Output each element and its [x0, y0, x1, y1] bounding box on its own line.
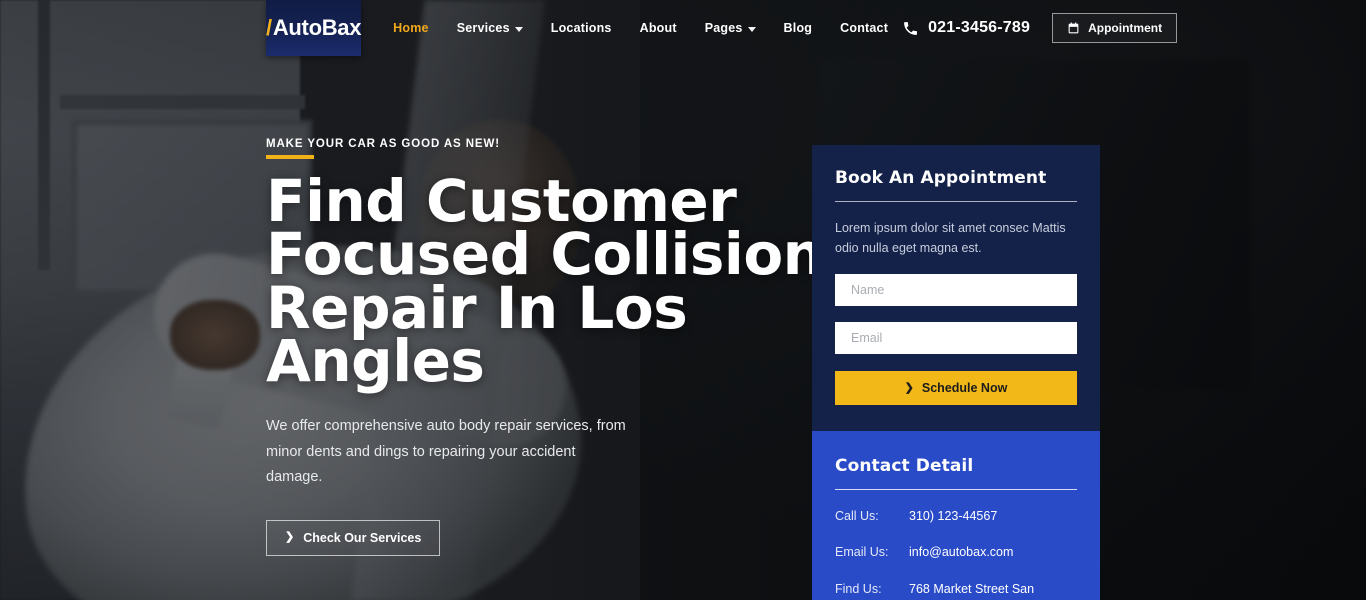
- nav-item-blog[interactable]: Blog: [770, 0, 827, 56]
- appointment-title-divider: [835, 201, 1077, 202]
- appointment-panel-title: Book An Appointment: [835, 168, 1047, 188]
- contact-row: Call Us: 310) 123-44567: [835, 507, 1077, 526]
- nav-item-services[interactable]: Services: [443, 0, 537, 56]
- nav-item-pages[interactable]: Pages: [691, 0, 770, 56]
- contact-label: Call Us:: [835, 509, 879, 523]
- nav-item-about[interactable]: About: [626, 0, 691, 56]
- contact-title-divider: [835, 489, 1077, 490]
- nav-label-blog: Blog: [783, 21, 813, 35]
- appointment-panel-description: Lorem ipsum dolor sit amet consec Mattis…: [835, 221, 1066, 255]
- contact-label: Find Us:: [835, 581, 882, 596]
- hero-eyebrow-underline: [266, 155, 314, 159]
- nav-label-locations: Locations: [550, 21, 612, 35]
- contact-row: Email Us: info@autobax.com: [835, 543, 1077, 562]
- nav-label-pages: Pages: [704, 21, 743, 35]
- contact-value-address: 768 Market Street San Francisco, CA 6401…: [909, 581, 1035, 596]
- hero-eyebrow: MAKE YOUR CAR AS GOOD AS NEW!: [266, 138, 500, 150]
- nav-label-about: About: [639, 21, 677, 35]
- nav-label-services: Services: [456, 21, 510, 35]
- phone-icon: [904, 21, 918, 35]
- contact-row: Find Us: 768 Market Street San Francisco…: [835, 580, 1077, 600]
- schedule-now-label: Schedule Now: [921, 381, 1008, 395]
- nav-item-locations[interactable]: Locations: [537, 0, 626, 56]
- chevron-down-icon: [747, 26, 756, 32]
- header-phone[interactable]: 021-3456-789: [902, 19, 1030, 37]
- right-panels: Book An Appointment Lorem ipsum dolor si…: [812, 145, 1100, 600]
- schedule-now-button[interactable]: ❯ Schedule Now: [835, 371, 1077, 405]
- site-header: /AutoBax Home Services Locations About P…: [0, 0, 1366, 56]
- calendar-icon: [1068, 22, 1079, 33]
- email-input[interactable]: [835, 322, 1077, 354]
- contact-panel-title: Contact Detail: [835, 456, 974, 476]
- contact-label: Email Us:: [835, 545, 889, 560]
- chevron-right-icon: ❯: [285, 531, 295, 544]
- hero-subtitle: We offer comprehensive auto body repair …: [266, 418, 626, 486]
- page-root: /AutoBax Home Services Locations About P…: [0, 0, 1366, 600]
- main-navigation: Home Services Locations About Pages Blog…: [379, 0, 902, 56]
- check-services-button[interactable]: ❯ Check Our Services: [266, 519, 441, 556]
- check-services-label: Check Our Services: [303, 530, 422, 545]
- contact-detail-panel: Contact Detail Call Us: 310) 123-44567 E…: [812, 431, 1100, 600]
- chevron-down-icon: [514, 26, 523, 32]
- phone-number: 021-3456-789: [928, 19, 1031, 36]
- appointment-form-panel: Book An Appointment Lorem ipsum dolor si…: [812, 145, 1100, 431]
- logo-wordmark: AutoBax: [272, 15, 362, 40]
- nav-item-home[interactable]: Home: [379, 0, 443, 56]
- hero-section: MAKE YOUR CAR AS GOOD AS NEW! Find Custo…: [266, 138, 826, 556]
- chevron-right-icon: ❯: [904, 381, 914, 394]
- nav-label-home: Home: [393, 21, 429, 35]
- page-title: Find Customer Focused Collision Repair I…: [266, 167, 824, 396]
- logo-slash-icon: /: [266, 15, 272, 40]
- logo-text: /AutoBax: [266, 17, 361, 39]
- appointment-button[interactable]: Appointment: [1052, 13, 1178, 43]
- appointment-button-label: Appointment: [1088, 21, 1163, 35]
- contact-value-phone[interactable]: 310) 123-44567: [909, 507, 997, 526]
- nav-label-contact: Contact: [840, 21, 889, 35]
- name-input[interactable]: [835, 274, 1077, 306]
- contact-value-email[interactable]: info@autobax.com: [909, 543, 1013, 562]
- logo[interactable]: /AutoBax: [266, 0, 361, 56]
- nav-item-contact[interactable]: Contact: [826, 0, 902, 56]
- header-actions: 021-3456-789 Appointment: [902, 13, 1178, 43]
